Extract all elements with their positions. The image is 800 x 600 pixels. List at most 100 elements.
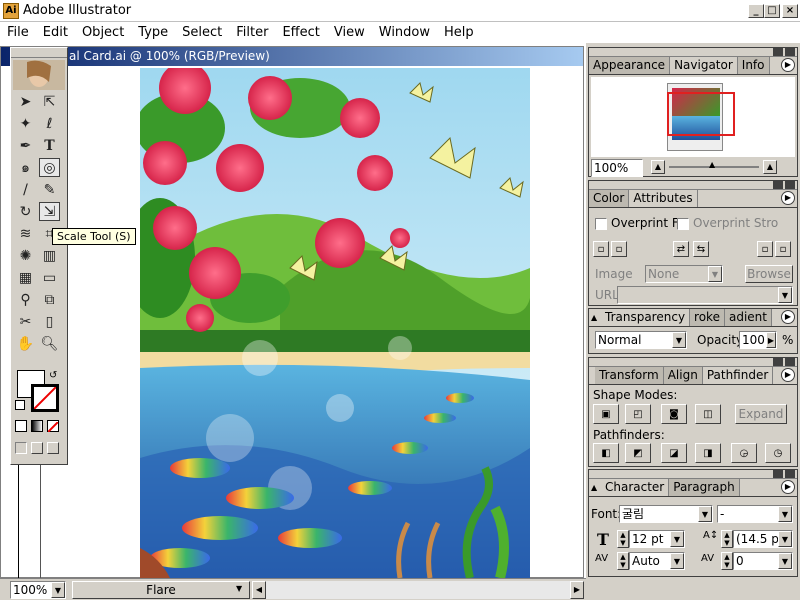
rotate-tool-icon[interactable]: ↻	[15, 202, 36, 221]
navigator-preview[interactable]	[591, 77, 795, 157]
chevron-down-icon[interactable]: ▼	[670, 531, 684, 547]
tab-stroke[interactable]: roke	[690, 309, 725, 326]
tab-navigator[interactable]: Navigator	[670, 57, 738, 74]
menu-select[interactable]: Select	[175, 25, 229, 40]
standard-screen-mode-button[interactable]	[15, 442, 27, 454]
add-shape-area-button[interactable]: ▣	[593, 404, 619, 424]
menu-type[interactable]: Type	[131, 25, 175, 40]
full-screen-mode-button[interactable]	[47, 442, 59, 454]
palette-collapse-icon[interactable]: ▲	[591, 311, 599, 325]
gradient-mode-button[interactable]	[31, 420, 43, 432]
hand-tool-icon[interactable]: ✋	[15, 334, 36, 353]
illustrator-app-icon[interactable]: Ai	[3, 2, 19, 19]
trim-button[interactable]: ◩	[625, 443, 651, 463]
tab-info[interactable]: Info	[737, 57, 770, 74]
artwork-canvas[interactable]	[140, 68, 530, 578]
attr-button-1[interactable]: ▫	[593, 241, 609, 257]
zoom-in-icon[interactable]: ▲	[763, 160, 777, 174]
swap-fill-stroke-icon[interactable]: ↺	[49, 370, 57, 381]
merge-button[interactable]: ◪	[661, 443, 687, 463]
chevron-down-icon[interactable]: ▼	[778, 531, 792, 547]
menu-object[interactable]: Object	[75, 25, 131, 40]
chevron-down-icon[interactable]: ▼	[698, 506, 712, 522]
attr-button-5[interactable]: ▫	[757, 241, 773, 257]
minus-back-button[interactable]: ◷	[765, 443, 791, 463]
magic-wand-tool-icon[interactable]: ✦	[15, 114, 36, 133]
browse-button[interactable]: Browse	[745, 265, 793, 283]
tab-appearance[interactable]: Appearance	[589, 57, 671, 74]
chevron-down-icon[interactable]: ▼	[672, 332, 686, 348]
tracking-field[interactable]: 0 ▼	[733, 552, 793, 570]
palette-menu-icon[interactable]: ▶	[781, 480, 795, 494]
paintbrush-tool-icon[interactable]: /	[15, 180, 36, 199]
tab-transform[interactable]: Transform	[595, 367, 664, 384]
spiral-tool-icon[interactable]: ๑	[15, 158, 36, 177]
palette-menu-icon[interactable]: ▶	[781, 310, 795, 324]
palette-grip[interactable]	[589, 48, 797, 57]
attr-button-3[interactable]: ⇄	[673, 241, 689, 257]
menu-help[interactable]: Help	[437, 25, 481, 40]
leading-stepper[interactable]: ▲ ▼	[721, 530, 733, 548]
zoom-out-icon[interactable]: ▲	[651, 160, 665, 174]
scroll-right-button[interactable]: ▶	[570, 581, 584, 599]
attr-button-4[interactable]: ⇆	[693, 241, 709, 257]
palette-grip[interactable]	[589, 181, 797, 190]
tab-character[interactable]: Character	[601, 479, 670, 496]
intersect-shape-areas-button[interactable]: ◙	[661, 404, 687, 424]
overprint-stroke-checkbox[interactable]	[677, 218, 689, 230]
palette-minimize-icon[interactable]	[773, 358, 783, 366]
opacity-field[interactable]: 100 ▶	[739, 331, 777, 349]
toolbox-grip[interactable]	[11, 48, 67, 58]
tab-paragraph[interactable]: Paragraph	[669, 479, 740, 496]
attr-button-6[interactable]: ▫	[775, 241, 791, 257]
zoom-slider-thumb[interactable]: ▲	[709, 160, 717, 172]
crop-button[interactable]: ◨	[695, 443, 721, 463]
palette-grip[interactable]	[589, 358, 797, 367]
menu-edit[interactable]: Edit	[36, 25, 75, 40]
lasso-tool-icon[interactable]: ℓ	[39, 114, 60, 133]
direct-selection-tool-icon[interactable]: ⇱	[39, 92, 60, 111]
tab-color[interactable]: Color	[589, 190, 630, 207]
type-tool-icon[interactable]: T	[39, 136, 60, 155]
default-colors-icon[interactable]	[15, 400, 25, 410]
eyedropper-tool-icon[interactable]: ⚲	[15, 290, 36, 309]
outline-button[interactable]: ◶	[731, 443, 757, 463]
opacity-arrow-icon[interactable]: ▶	[766, 332, 776, 348]
graph-tool-icon[interactable]: ▥	[39, 246, 60, 265]
expand-button[interactable]: Expand	[735, 404, 787, 424]
pencil-tool-icon[interactable]: ✎	[39, 180, 60, 199]
symbol-sprayer-tool-icon[interactable]: ✺	[15, 246, 36, 265]
url-field[interactable]: ▼	[617, 286, 793, 304]
font-size-stepper[interactable]: ▲ ▼	[617, 530, 629, 548]
pen-tool-icon[interactable]: ✒	[15, 136, 36, 155]
palette-minimize-icon[interactable]	[773, 470, 783, 478]
palette-menu-icon[interactable]: ▶	[781, 58, 795, 72]
attr-button-2[interactable]: ▫	[611, 241, 627, 257]
font-style-select[interactable]: - ▼	[717, 505, 793, 523]
chevron-down-icon[interactable]: ▼	[51, 582, 65, 598]
palette-close-icon[interactable]	[785, 470, 795, 478]
tab-gradient[interactable]: adient	[724, 309, 772, 326]
font-size-field[interactable]: 12 pt ▼	[629, 530, 685, 548]
menu-view[interactable]: View	[327, 25, 372, 40]
symbol-tool-icon[interactable]: ◎	[39, 158, 60, 177]
kerning-field[interactable]: Auto ▼	[629, 552, 685, 570]
tracking-stepper[interactable]: ▲ ▼	[721, 552, 733, 570]
gradient-tool-icon[interactable]: ▭	[39, 268, 60, 287]
horizontal-scrollbar-track[interactable]	[266, 581, 570, 599]
mesh-tool-icon[interactable]: ▦	[15, 268, 36, 287]
tab-align[interactable]: Align	[663, 367, 703, 384]
palette-minimize-icon[interactable]	[773, 48, 783, 56]
kerning-stepper[interactable]: ▲ ▼	[617, 552, 629, 570]
font-family-select[interactable]: 굴림 ▼	[619, 505, 713, 523]
full-screen-menu-mode-button[interactable]	[31, 442, 43, 454]
selection-tool-icon[interactable]: ➤	[15, 92, 36, 111]
palette-close-icon[interactable]	[785, 48, 795, 56]
palette-close-icon[interactable]	[785, 358, 795, 366]
image-map-select[interactable]: None ▼	[645, 265, 723, 283]
blend-tool-icon[interactable]: ⧉	[39, 290, 60, 309]
tab-attributes[interactable]: Attributes	[629, 190, 698, 207]
exclude-overlapping-button[interactable]: ◫	[695, 404, 721, 424]
menu-window[interactable]: Window	[372, 25, 437, 40]
palette-grip[interactable]	[589, 470, 797, 479]
